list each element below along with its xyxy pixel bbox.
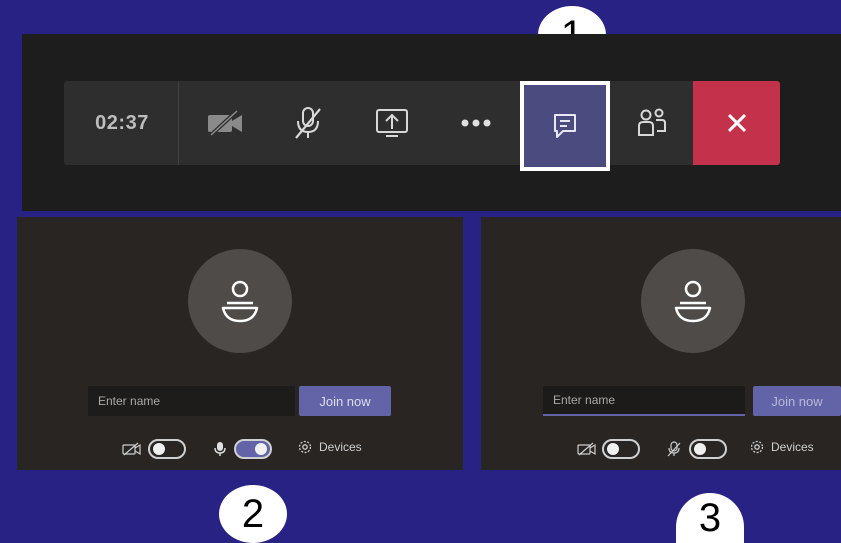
share-screen-button[interactable] <box>352 81 432 165</box>
video-off-icon <box>208 109 242 137</box>
camera-toggle-button[interactable] <box>185 81 265 165</box>
mic-toggle-control[interactable] <box>213 439 272 459</box>
callout-badge-2: 2 <box>219 485 287 543</box>
mic-off-icon <box>667 441 681 457</box>
camera-toggle-control[interactable] <box>577 439 640 459</box>
mic-switch[interactable] <box>234 439 272 459</box>
chat-icon <box>554 114 576 138</box>
avatar <box>188 249 292 353</box>
avatar <box>641 249 745 353</box>
close-icon <box>727 113 746 133</box>
more-dots-icon <box>461 119 491 127</box>
switch-knob <box>607 443 619 455</box>
devices-button[interactable]: Devices <box>297 439 362 455</box>
mic-off-icon <box>295 107 321 139</box>
prejoin-card-left: Enter name Join now Devices <box>17 217 463 470</box>
video-off-icon <box>577 442 596 456</box>
devices-label: Devices <box>771 440 814 454</box>
person-icon <box>674 280 712 323</box>
mic-toggle-control[interactable] <box>666 439 727 459</box>
camera-toggle-control[interactable] <box>122 439 186 459</box>
share-screen-icon <box>376 109 408 137</box>
camera-switch[interactable] <box>602 439 640 459</box>
gear-icon <box>750 440 764 454</box>
hang-up-button[interactable] <box>693 81 780 165</box>
devices-button[interactable]: Devices <box>749 439 814 455</box>
show-participants-button[interactable] <box>614 81 690 165</box>
join-now-button[interactable]: Join now <box>299 386 391 416</box>
switch-knob <box>153 443 165 455</box>
switch-knob <box>255 443 267 455</box>
video-off-icon <box>122 442 141 456</box>
person-icon <box>221 280 259 323</box>
name-input[interactable]: Enter name <box>88 386 295 416</box>
prejoin-card-right: Enter name Join now Devices <box>481 217 841 470</box>
mic-switch[interactable] <box>689 439 727 459</box>
name-input[interactable]: Enter name <box>543 386 745 416</box>
devices-label: Devices <box>319 440 362 454</box>
show-conversation-button[interactable] <box>520 81 610 171</box>
join-now-button[interactable]: Join now <box>753 386 841 416</box>
mic-toggle-button[interactable] <box>268 81 348 165</box>
more-actions-button[interactable] <box>436 81 516 165</box>
gear-icon <box>298 440 312 454</box>
mic-icon <box>214 442 226 456</box>
toolbar-divider <box>178 81 179 165</box>
switch-knob <box>694 443 706 455</box>
callout-badge-3: 3 <box>676 493 744 543</box>
participants-icon <box>638 108 666 136</box>
call-timer: 02:37 <box>95 111 149 134</box>
camera-switch[interactable] <box>148 439 186 459</box>
